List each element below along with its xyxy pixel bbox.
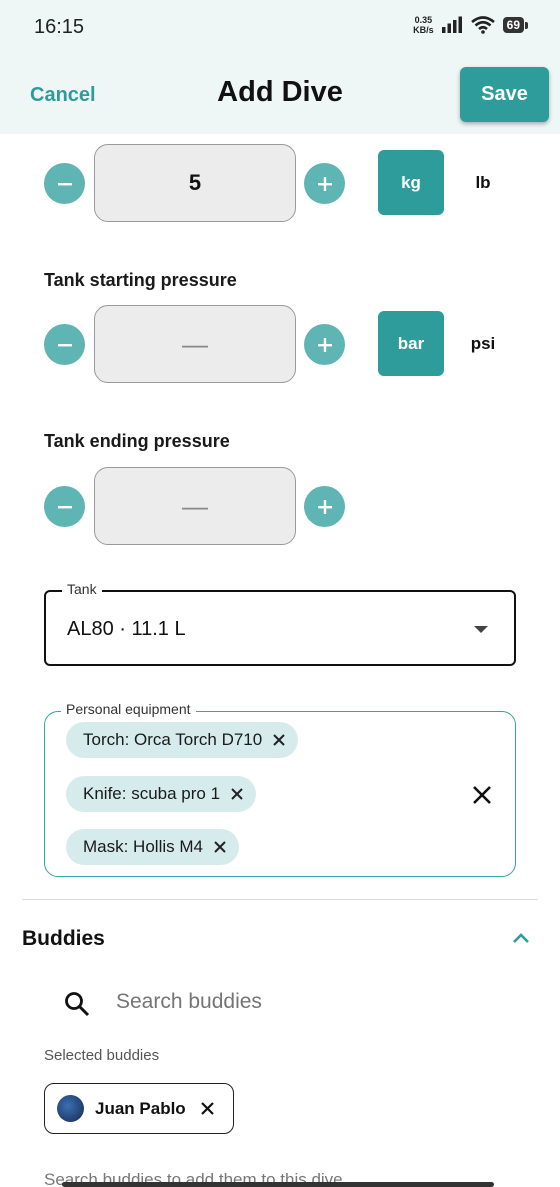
minus-icon	[57, 505, 72, 508]
dropdown-arrow-icon	[474, 626, 488, 633]
plus-icon	[317, 337, 332, 352]
equipment-chip-label: Torch: Orca Torch D710	[83, 730, 263, 749]
buddy-name: Juan Pablo	[95, 1098, 186, 1118]
equipment-chip-label: Knife: scuba pro 1	[83, 784, 221, 803]
close-icon[interactable]	[213, 840, 227, 854]
selected-buddies-label: Selected buddies	[44, 1047, 160, 1064]
equipment-chip: Torch: Orca Torch D710	[66, 722, 299, 758]
tank-end-decrement-button[interactable]	[44, 486, 85, 527]
status-icons: 0.35 KB/s 69	[413, 15, 529, 35]
weight-input[interactable]: 5	[94, 144, 296, 222]
home-indicator	[62, 1182, 494, 1187]
tank-start-input[interactable]: —	[94, 305, 296, 383]
tank-start-increment-button[interactable]	[304, 324, 345, 365]
wifi-icon	[470, 16, 495, 34]
tank-end-label: Tank ending pressure	[44, 431, 230, 451]
tank-select-label: Tank	[62, 581, 102, 597]
unit-bar-toggle[interactable]: bar	[378, 311, 444, 376]
chevron-up-icon[interactable]	[511, 931, 531, 945]
tank-select[interactable]: Tank AL80 · 11.1 L	[44, 581, 516, 666]
search-icon	[65, 992, 90, 1017]
close-icon[interactable]	[230, 787, 244, 801]
plus-icon	[317, 176, 332, 191]
close-icon[interactable]	[200, 1101, 215, 1116]
signal-icon	[441, 16, 462, 33]
tank-end-increment-button[interactable]	[304, 486, 345, 527]
buddy-chip: Juan Pablo	[44, 1083, 234, 1134]
weight-increment-button[interactable]	[304, 163, 345, 204]
app-bar: Cancel Add Dive Save	[0, 56, 560, 134]
unit-psi-toggle[interactable]: psi	[450, 311, 516, 376]
weight-decrement-button[interactable]	[44, 163, 85, 204]
divider	[22, 899, 538, 900]
status-bar: 16:15 0.35 KB/s 69	[0, 0, 560, 56]
buddies-section-title: Buddies	[22, 927, 105, 950]
tank-end-input[interactable]: —	[94, 467, 296, 545]
equipment-chip: Knife: scuba pro 1	[66, 776, 257, 812]
status-time: 16:15	[34, 16, 85, 38]
tank-start-label: Tank starting pressure	[44, 270, 237, 290]
weight-stepper: 5 kg lb	[44, 144, 524, 222]
network-speed: 0.35 KB/s	[413, 15, 434, 35]
equipment-chip: Mask: Hollis M4	[66, 829, 239, 865]
unit-lb-toggle[interactable]: lb	[450, 150, 516, 215]
save-button[interactable]: Save	[460, 67, 549, 122]
equipment-chip-label: Mask: Hollis M4	[83, 837, 203, 856]
tank-start-stepper: — bar psi	[44, 305, 524, 383]
battery-icon: 69	[502, 17, 529, 33]
search-buddies-input[interactable]	[116, 990, 496, 1014]
avatar	[57, 1095, 84, 1122]
tank-end-stepper: —	[44, 467, 524, 545]
clear-all-icon[interactable]	[471, 784, 493, 806]
unit-kg-toggle[interactable]: kg	[378, 150, 444, 215]
personal-equipment-field[interactable]: Personal equipment Torch: Orca Torch D71…	[44, 701, 516, 877]
minus-icon	[57, 343, 72, 346]
personal-equipment-label: Personal equipment	[61, 701, 196, 717]
close-icon[interactable]	[272, 733, 286, 747]
minus-icon	[57, 182, 72, 185]
tank-select-value: AL80 · 11.1 L	[67, 618, 186, 640]
plus-icon	[317, 499, 332, 514]
tank-start-decrement-button[interactable]	[44, 324, 85, 365]
